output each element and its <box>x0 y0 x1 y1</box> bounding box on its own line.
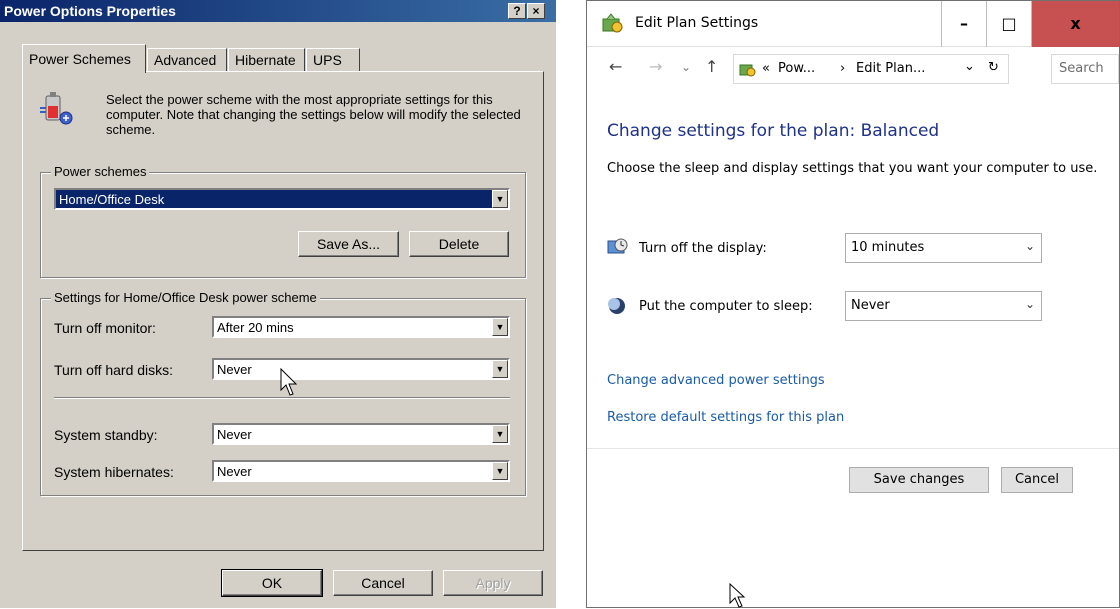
breadcrumb-separator-icon: › <box>840 61 846 76</box>
page-description: Choose the sleep and display settings th… <box>607 161 1098 176</box>
dropdown-arrow-icon[interactable]: ▼ <box>492 360 508 378</box>
turn-off-display-value: 10 minutes <box>851 240 925 255</box>
close-button[interactable]: x <box>1031 1 1119 47</box>
turn-off-hard-disks-label: Turn off hard disks: <box>54 362 174 378</box>
restore-default-settings-link[interactable]: Restore default settings for this plan <box>607 410 844 425</box>
back-arrow-icon[interactable]: ← <box>609 57 622 76</box>
dialog-description: Select the power scheme with the most ap… <box>106 92 521 137</box>
page-title: Change settings for the plan: Balanced <box>607 121 940 141</box>
window-title-bar[interactable]: Edit Plan Settings – □ x <box>587 1 1119 47</box>
breadcrumb-edit-plan[interactable]: Edit Plan... <box>856 61 925 76</box>
edit-plan-settings-window: Edit Plan Settings – □ x ← → ⌄ ↑ « Pow..… <box>586 0 1120 608</box>
turn-off-monitor-label: Turn off monitor: <box>54 320 156 336</box>
address-dropdown-icon[interactable]: ⌄ <box>964 59 975 74</box>
tab-ups[interactable]: UPS <box>306 48 360 72</box>
power-scheme-select[interactable]: Home/Office Desk ▼ <box>54 188 510 210</box>
address-overflow-chevron[interactable]: « <box>762 61 770 76</box>
system-standby-label: System standby: <box>54 427 158 443</box>
power-battery-icon <box>40 92 73 125</box>
minimize-button[interactable]: – <box>941 1 986 47</box>
chevron-down-icon: ⌄ <box>1024 297 1035 311</box>
display-clock-icon <box>607 238 628 254</box>
tab-power-schemes[interactable]: Power Schemes <box>22 44 146 73</box>
search-input[interactable]: Search <box>1051 54 1119 84</box>
dropdown-arrow-icon[interactable]: ▼ <box>492 318 508 336</box>
up-arrow-icon[interactable]: ↑ <box>705 57 718 76</box>
tab-advanced[interactable]: Advanced <box>147 48 227 72</box>
system-hibernates-value: Never <box>217 464 252 479</box>
control-panel-icon <box>739 64 756 77</box>
scheme-settings-legend: Settings for Home/Office Desk power sche… <box>51 290 320 305</box>
mouse-pointer-icon <box>729 583 746 608</box>
system-standby-value: Never <box>217 427 252 442</box>
power-schemes-legend: Power schemes <box>51 164 150 179</box>
dropdown-arrow-icon[interactable]: ▼ <box>492 425 508 443</box>
window-title: Edit Plan Settings <box>635 15 759 31</box>
turn-off-display-label: Turn off the display: <box>639 241 767 256</box>
turn-off-monitor-select[interactable]: After 20 mins ▼ <box>212 316 510 338</box>
power-scheme-value: Home/Office Desk <box>59 192 165 207</box>
dialog-title: Power Options Properties <box>4 3 176 19</box>
maximize-button[interactable]: □ <box>986 1 1031 47</box>
refresh-icon[interactable]: ↻ <box>988 60 999 75</box>
breadcrumb-power-options[interactable]: Pow... <box>778 61 815 76</box>
turn-off-monitor-value: After 20 mins <box>217 320 294 335</box>
system-standby-select[interactable]: Never ▼ <box>212 423 510 445</box>
mouse-pointer-icon <box>280 368 298 396</box>
system-hibernates-select[interactable]: Never ▼ <box>212 460 510 482</box>
dropdown-arrow-icon[interactable]: ▼ <box>492 190 508 208</box>
turn-off-hard-disks-value: Never <box>217 362 252 377</box>
dialog-title-bar[interactable]: Power Options Properties ? × <box>0 0 556 22</box>
system-hibernates-label: System hibernates: <box>54 464 174 480</box>
recent-locations-icon[interactable]: ⌄ <box>681 60 691 74</box>
put-computer-to-sleep-value: Never <box>851 298 890 313</box>
tab-hibernate[interactable]: Hibernate <box>228 48 305 72</box>
change-advanced-settings-link[interactable]: Change advanced power settings <box>607 373 825 388</box>
address-bar[interactable]: « Pow... › Edit Plan... ⌄ ↻ <box>733 54 1009 84</box>
put-computer-to-sleep-select[interactable]: Never ⌄ <box>845 291 1042 321</box>
turn-off-display-select[interactable]: 10 minutes ⌄ <box>845 233 1042 263</box>
turn-off-hard-disks-select[interactable]: Never ▼ <box>212 358 510 380</box>
close-button[interactable]: × <box>527 3 545 19</box>
power-plan-icon <box>602 13 623 33</box>
cancel-button[interactable]: Cancel <box>333 570 433 596</box>
apply-button[interactable]: Apply <box>443 570 543 596</box>
dropdown-arrow-icon[interactable]: ▼ <box>492 462 508 480</box>
save-changes-button[interactable]: Save changes <box>849 467 989 493</box>
ok-button[interactable]: OK <box>221 569 323 597</box>
cancel-button[interactable]: Cancel <box>1001 467 1073 493</box>
chevron-down-icon: ⌄ <box>1024 239 1035 253</box>
help-button[interactable]: ? <box>508 3 526 19</box>
power-options-dialog: Power Options Properties ? × Power Schem… <box>0 0 556 608</box>
save-as-button[interactable]: Save As... <box>298 231 399 257</box>
forward-arrow-icon[interactable]: → <box>649 57 662 76</box>
sleep-moon-icon <box>608 298 625 314</box>
delete-button[interactable]: Delete <box>409 231 509 257</box>
put-computer-to-sleep-label: Put the computer to sleep: <box>639 299 813 314</box>
